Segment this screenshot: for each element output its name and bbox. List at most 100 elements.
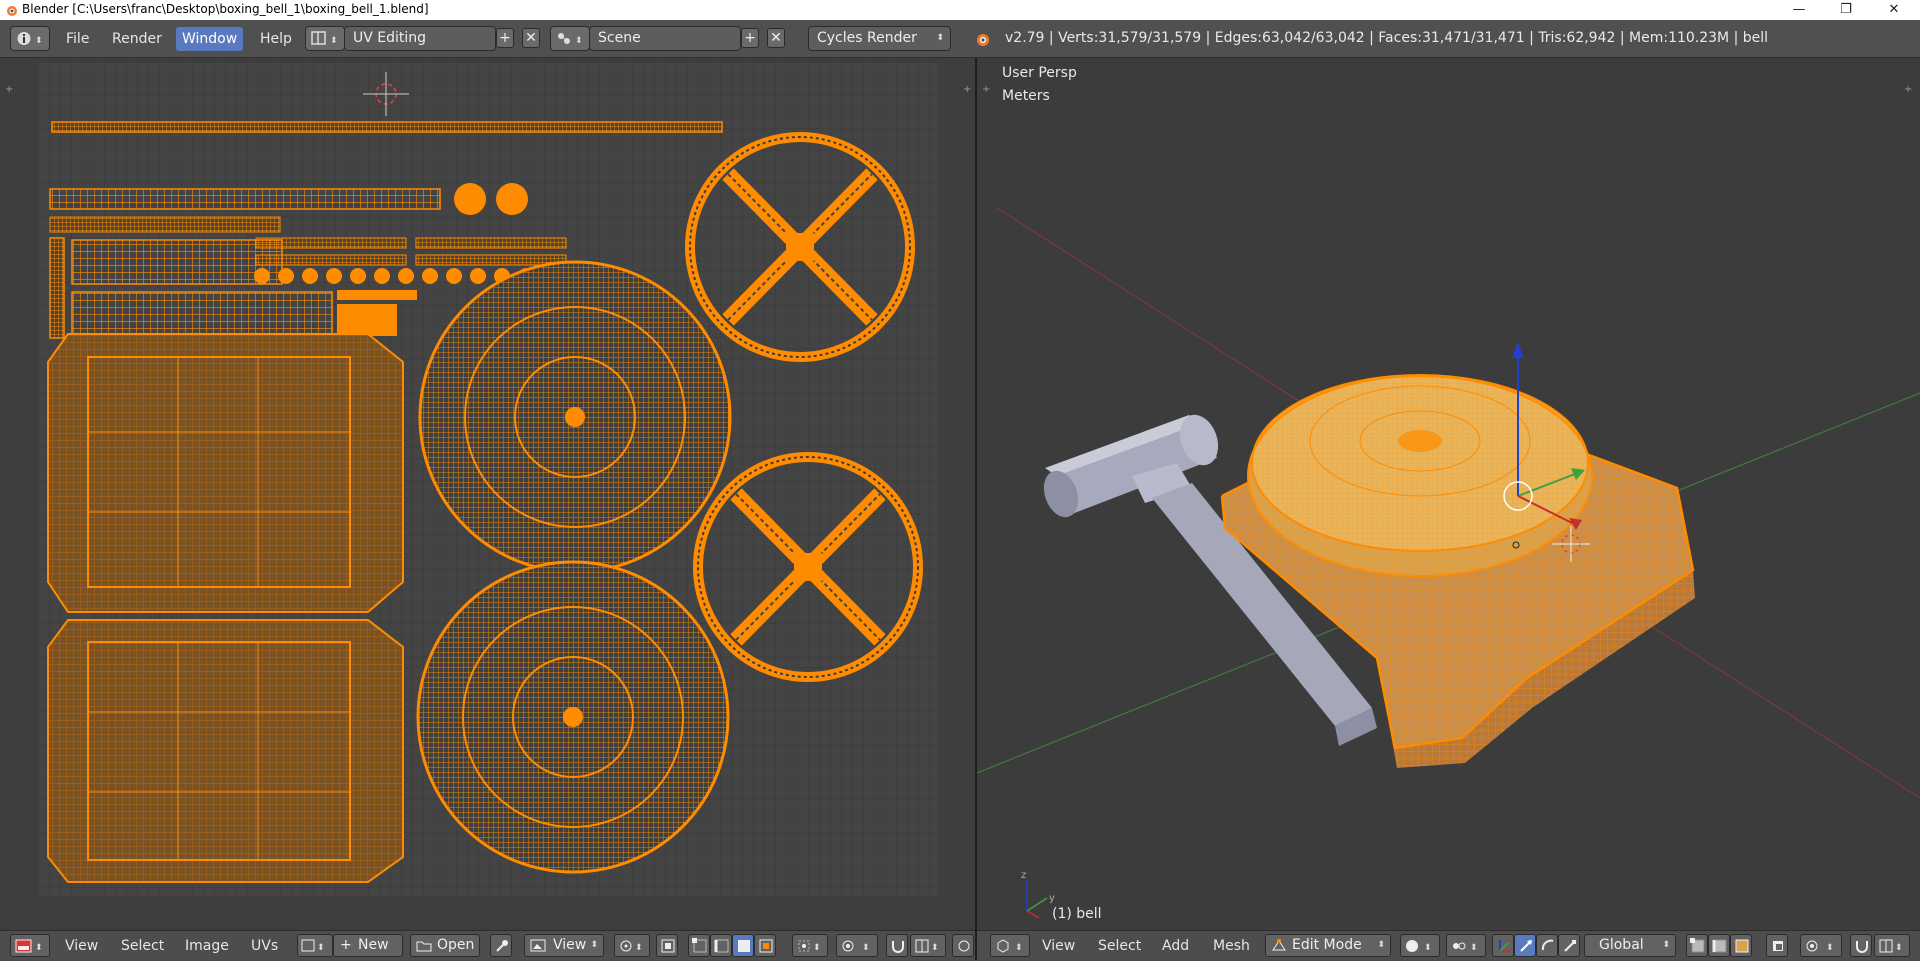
open-image-button[interactable]: Open [410, 934, 480, 957]
uv-menu-select[interactable]: Select [121, 938, 164, 954]
screen-layout-browse-button[interactable]: ⬍ [305, 26, 345, 51]
uv-island-dome-disc-lower[interactable] [416, 560, 730, 874]
translate-manipulator-button[interactable] [1514, 934, 1536, 957]
sticky-mode-select[interactable]: ⬍ [792, 934, 828, 957]
select-edge-button[interactable] [710, 934, 732, 957]
3d-menu-mesh[interactable]: Mesh [1213, 938, 1250, 954]
sticky-selection-button[interactable] [656, 934, 678, 957]
add-screen-button[interactable]: + [496, 28, 514, 48]
select-mode-edge-button[interactable] [1708, 934, 1730, 957]
scene-statistics: v2.79 | Verts:31,579/31,579 | Edges:63,0… [1005, 30, 1769, 46]
3d-snap-element-select[interactable]: ⬍ [1874, 934, 1910, 957]
svg-text:⬍: ⬍ [1470, 943, 1478, 953]
uv-view-mode-select[interactable]: View ⬍ [524, 934, 604, 957]
limit-selection-visible-button[interactable] [1766, 934, 1788, 957]
uv-scopes-button[interactable] [952, 934, 974, 957]
folder-icon [416, 941, 432, 952]
occlude-geometry-icon [1773, 941, 1783, 951]
window-title: Blender [C:\Users\franc\Desktop\boxing_b… [22, 2, 429, 16]
view-axis-widget-icon: z y [1021, 870, 1055, 919]
rotate-manipulator-button[interactable] [1536, 934, 1558, 957]
uv-island-box-top[interactable] [47, 333, 404, 613]
svg-text:⬍: ⬍ [635, 943, 643, 953]
3d-menu-select[interactable]: Select [1098, 938, 1141, 954]
svg-text:⬍: ⬍ [330, 36, 338, 46]
remove-screen-button[interactable]: ✕ [522, 28, 540, 48]
viewport-shading-select[interactable]: ⬍ [1400, 934, 1440, 957]
proportional-edit-select[interactable]: ⬍ [836, 934, 878, 957]
uv-grid-canvas[interactable] [38, 62, 938, 896]
uv-island-box-bottom[interactable] [47, 619, 404, 883]
pivot-select[interactable]: ⬍ [614, 934, 650, 957]
scene-field[interactable]: Scene [589, 26, 741, 51]
svg-text:+: + [963, 84, 971, 94]
scopes-icon [958, 940, 970, 952]
blender-logo-icon [7, 6, 17, 16]
uv-island-strip[interactable] [51, 121, 723, 133]
snap-toggle-button[interactable] [886, 934, 908, 957]
svg-text:+: + [5, 84, 13, 94]
mode-select[interactable]: Edit Mode ⬍ [1265, 934, 1391, 957]
dropdown-arrows-icon: ⬍ [936, 33, 944, 43]
3d-menu-add[interactable]: Add [1162, 938, 1189, 954]
region-expand-icon[interactable]: + [962, 82, 974, 94]
scene-browse-button[interactable]: ⬍ [550, 26, 590, 51]
select-face-button[interactable] [732, 934, 754, 957]
remove-scene-button[interactable]: ✕ [767, 28, 785, 48]
editor-type-uv-button[interactable]: ⬍ [10, 934, 50, 957]
region-expand-icon[interactable]: + [4, 82, 16, 94]
pin-icon [496, 940, 508, 952]
vertex-select-icon [1690, 938, 1705, 953]
svg-text:z: z [1021, 870, 1026, 881]
snap-increment-icon: ⬍ [915, 939, 939, 953]
close-button[interactable]: ✕ [1872, 0, 1916, 20]
uv-menu-uvs[interactable]: UVs [251, 938, 278, 954]
active-object-label: (1) bell [1052, 906, 1102, 922]
select-mode-vertex-button[interactable] [1686, 934, 1708, 957]
maximize-button[interactable]: ❐ [1824, 0, 1868, 20]
svg-text:⬍: ⬍ [813, 943, 821, 953]
pivot-point-select[interactable]: ⬍ [1446, 934, 1486, 957]
menu-render[interactable]: Render [106, 27, 168, 51]
3d-menu-view[interactable]: View [1042, 938, 1075, 954]
svg-text:y: y [1049, 893, 1055, 904]
menu-help[interactable]: Help [254, 27, 298, 51]
island-select-icon [759, 939, 773, 953]
editor-type-3dview-button[interactable]: ⬍ [990, 934, 1030, 957]
uv-island-dome-disc-upper[interactable] [418, 260, 732, 574]
manipulator-toggle-button[interactable] [1492, 934, 1514, 957]
3d-proportional-edit-select[interactable]: ⬍ [1800, 934, 1842, 957]
add-scene-button[interactable]: + [741, 28, 759, 48]
svg-text:⬍: ⬍ [35, 36, 43, 46]
magnet-icon [1856, 941, 1868, 953]
svg-text:⬍: ⬍ [1015, 943, 1023, 953]
select-mode-face-button[interactable] [1730, 934, 1752, 957]
pivot-icon: ⬍ [620, 940, 643, 953]
svg-text:⬍: ⬍ [1424, 943, 1432, 953]
dropdown-arrows-icon: ⬍ [1377, 940, 1385, 950]
magnet-icon [892, 941, 904, 953]
select-island-button[interactable] [754, 934, 776, 957]
3d-snap-toggle-button[interactable] [1850, 934, 1872, 957]
image-browse-button[interactable]: ⬍ [297, 934, 333, 957]
render-engine-select[interactable]: Cycles Render ⬍ [808, 26, 951, 51]
scale-manipulator-button[interactable] [1558, 934, 1580, 957]
uv-menu-image[interactable]: Image [185, 938, 229, 954]
uv-menu-view[interactable]: View [65, 938, 98, 954]
menu-window[interactable]: Window [176, 27, 244, 51]
new-image-button[interactable]: + New [333, 934, 403, 957]
info-icon: ⬍ [17, 32, 43, 46]
manipulator-icon [1499, 940, 1510, 952]
face-select-icon [1735, 939, 1749, 953]
transform-orientation-select[interactable]: Global ⬍ [1584, 934, 1676, 957]
screen-layout-field[interactable]: UV Editing [344, 26, 496, 51]
menu-file[interactable]: File [60, 27, 95, 51]
bell-dome-mesh[interactable] [1247, 374, 1593, 577]
viewport-scene-canvas[interactable]: z y [977, 58, 1920, 928]
face-select-icon [738, 940, 750, 952]
pin-button[interactable] [490, 934, 512, 957]
minimize-button[interactable]: — [1777, 0, 1821, 20]
snap-element-select[interactable]: ⬍ [910, 934, 946, 957]
select-vertex-button[interactable] [688, 934, 710, 957]
editor-type-info-button[interactable]: ⬍ [10, 26, 50, 51]
